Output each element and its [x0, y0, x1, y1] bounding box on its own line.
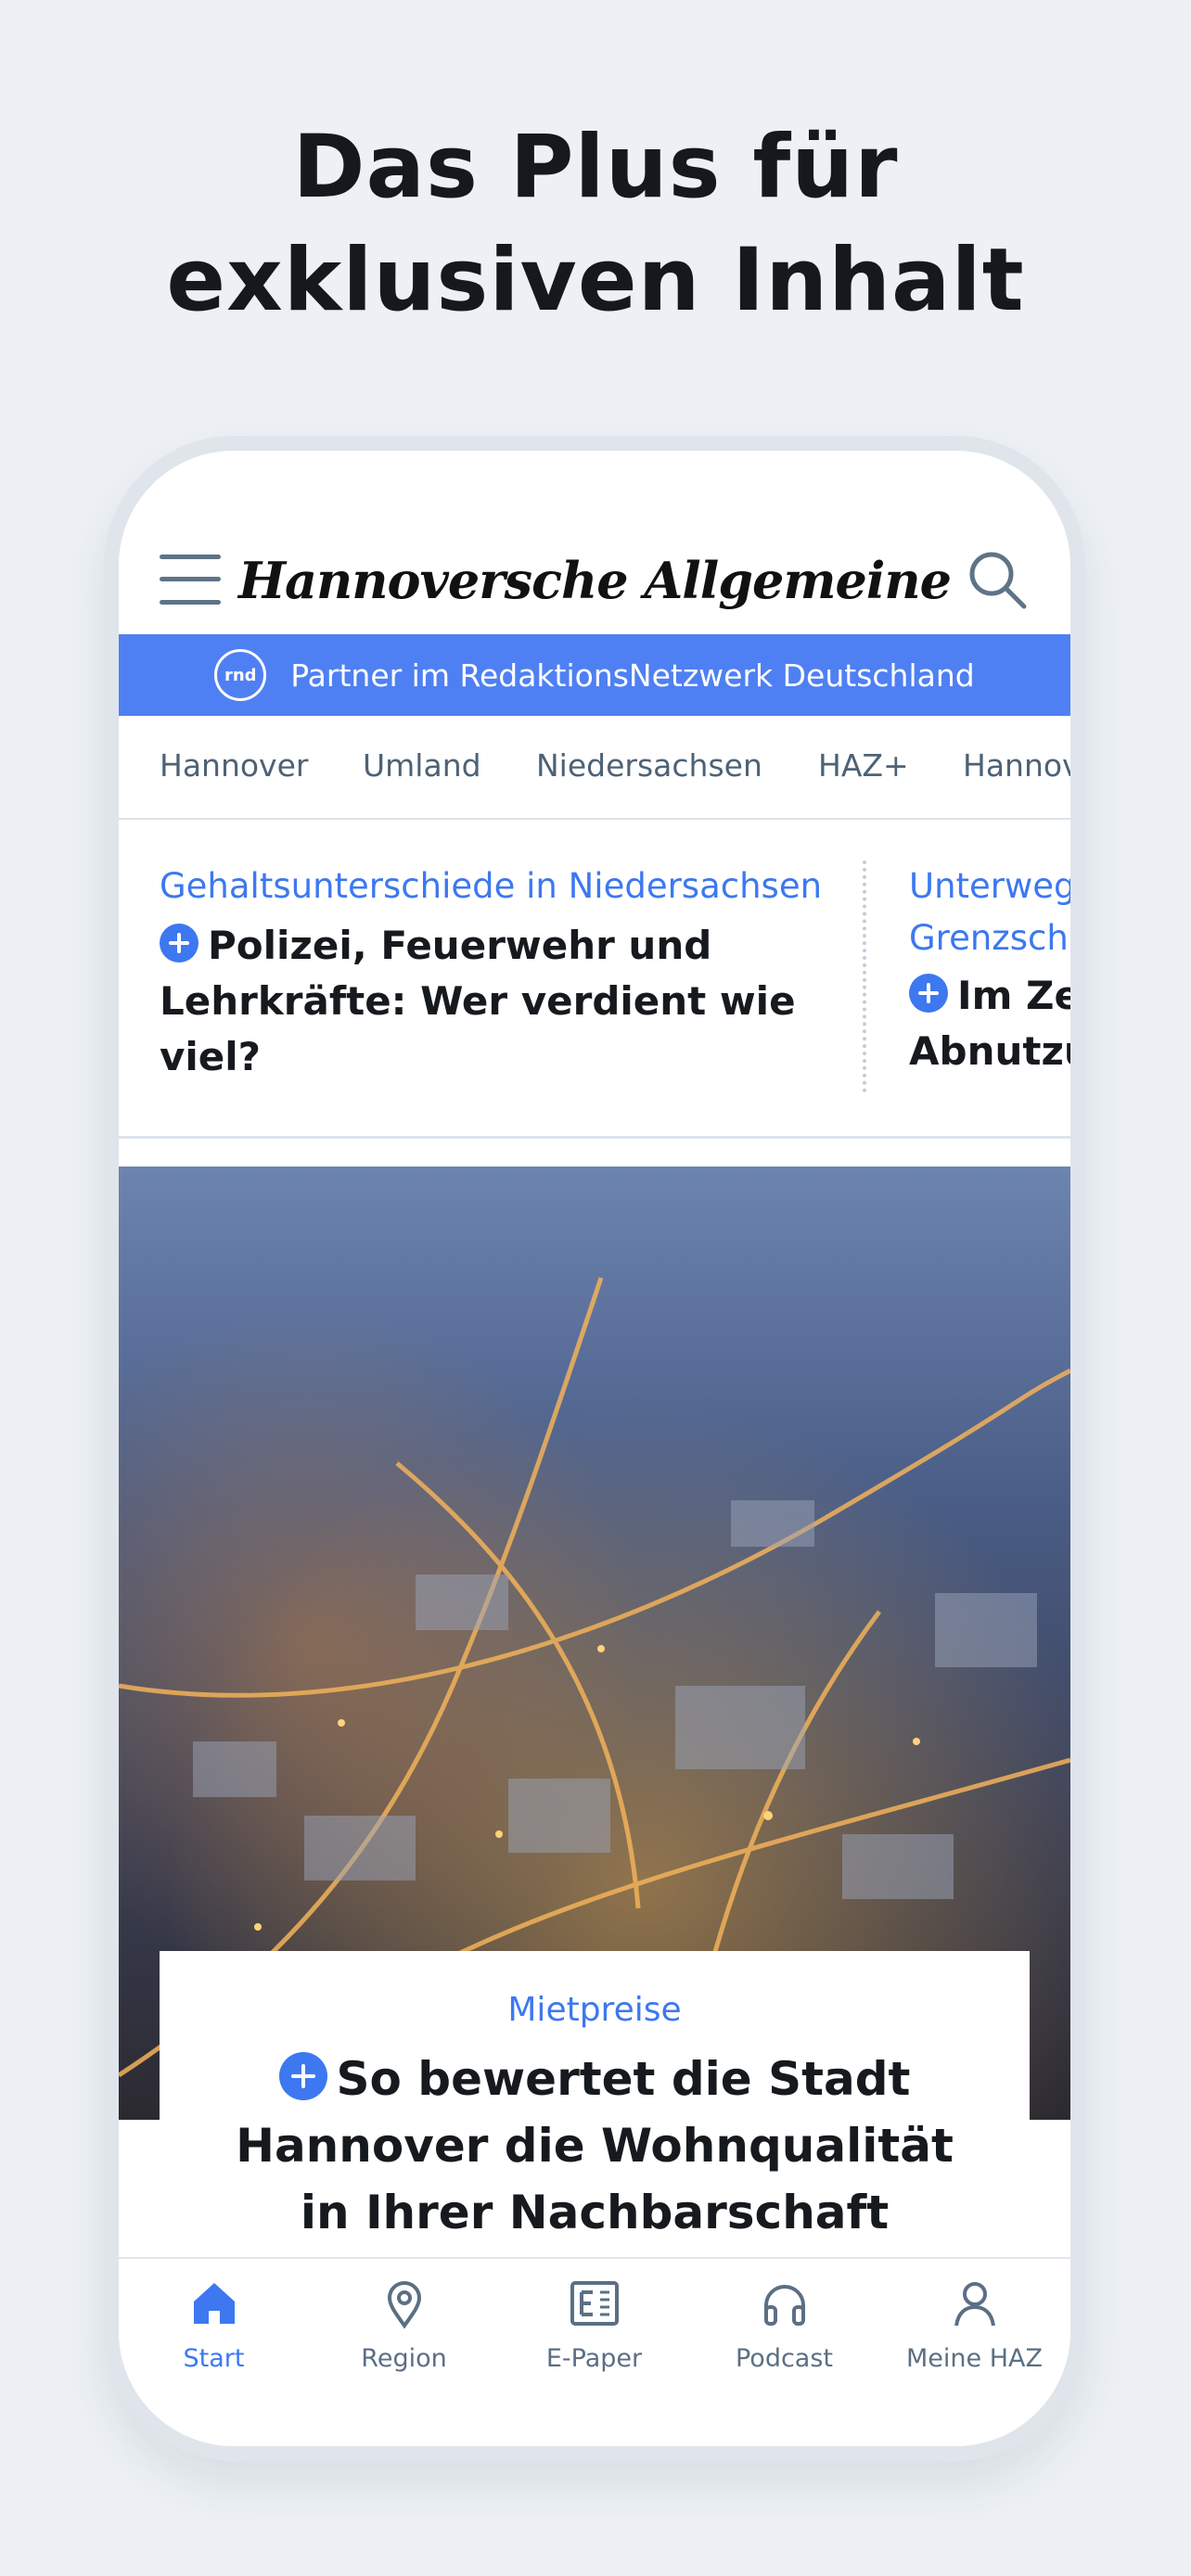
- tab-label: E-Paper: [545, 2344, 643, 2373]
- teaser-kicker: Gehaltsunterschiede in Niedersachsen: [160, 866, 823, 906]
- epaper-icon: [570, 2281, 619, 2326]
- tab-podcast[interactable]: Podcast: [689, 2277, 879, 2373]
- teaser-card[interactable]: Gehaltsunterschiede in Niedersachsen Pol…: [160, 861, 837, 1085]
- promo-headline-line1: Das Plus für: [292, 117, 899, 218]
- search-icon[interactable]: [965, 547, 1030, 612]
- app-screen: Hannoversche Allgemeine rnd Partner im R…: [119, 451, 1070, 2446]
- teaser-card[interactable]: Unterweg Grenzsch Im Ze Abnutzu: [909, 861, 1070, 1079]
- app-header: Hannoversche Allgemeine: [119, 451, 1070, 634]
- partner-banner-text: Partner im RedaktionsNetzwerk Deutschlan…: [290, 657, 975, 694]
- tab-epaper[interactable]: E-Paper: [499, 2277, 689, 2373]
- category-nav: Hannover Umland Niedersachsen HAZ+ Hanno…: [119, 716, 1070, 820]
- nav-item-haz-plus[interactable]: HAZ+: [818, 747, 909, 784]
- tab-region[interactable]: Region: [309, 2277, 499, 2373]
- promo-headline-line2: exklusiven Inhalt: [166, 230, 1025, 331]
- tab-label: Meine HAZ: [906, 2344, 1043, 2373]
- plus-icon: [278, 2052, 327, 2100]
- tab-label: Start: [183, 2344, 245, 2373]
- teaser-title: Im Ze Abnutzu: [909, 973, 1070, 1074]
- teaser-kicker: Unterweg Grenzsch: [909, 866, 1070, 958]
- plus-icon: [160, 924, 198, 963]
- location-pin-icon: [387, 2281, 421, 2329]
- tab-meine-haz[interactable]: Meine HAZ: [879, 2277, 1069, 2373]
- partner-banner[interactable]: rnd Partner im RedaktionsNetzwerk Deutsc…: [119, 634, 1070, 716]
- tab-label: Region: [361, 2344, 447, 2373]
- tab-start[interactable]: Start: [119, 2277, 309, 2373]
- nav-item-niedersachsen[interactable]: Niedersachsen: [536, 747, 762, 784]
- promo-headline: Das Plus für exklusiven Inhalt: [0, 111, 1191, 338]
- teaser-carousel: Gehaltsunterschiede in Niedersachsen Pol…: [119, 820, 1070, 1139]
- teaser-title: Polizei, Feuerwehr und Lehrkräfte: Wer v…: [160, 923, 796, 1079]
- hero-card[interactable]: Mietpreise So bewertet die Stadt Hannove…: [160, 1951, 1030, 2276]
- hero-kicker: Mietpreise: [507, 1991, 682, 2029]
- hero-title: So bewertet die Stadt Hannover die Wohnq…: [236, 2052, 954, 2239]
- home-icon: [193, 2283, 235, 2324]
- nav-item-hannover-more[interactable]: Hannov: [963, 747, 1070, 784]
- nav-item-umland[interactable]: Umland: [363, 747, 481, 784]
- nav-item-hannover[interactable]: Hannover: [160, 747, 308, 784]
- user-icon: [954, 2282, 995, 2327]
- bottom-tab-bar: Start Region E-Paper Podcast Meine HAZ: [119, 2257, 1070, 2446]
- rnd-badge: rnd: [214, 649, 267, 701]
- plus-icon: [909, 974, 948, 1013]
- teaser-divider: [863, 861, 866, 1092]
- tab-label: Podcast: [735, 2344, 834, 2373]
- headphones-icon: [763, 2285, 805, 2326]
- app-logo[interactable]: Hannoversche Allgemeine: [119, 551, 1070, 610]
- phone-frame: Hannoversche Allgemeine rnd Partner im R…: [104, 436, 1085, 2461]
